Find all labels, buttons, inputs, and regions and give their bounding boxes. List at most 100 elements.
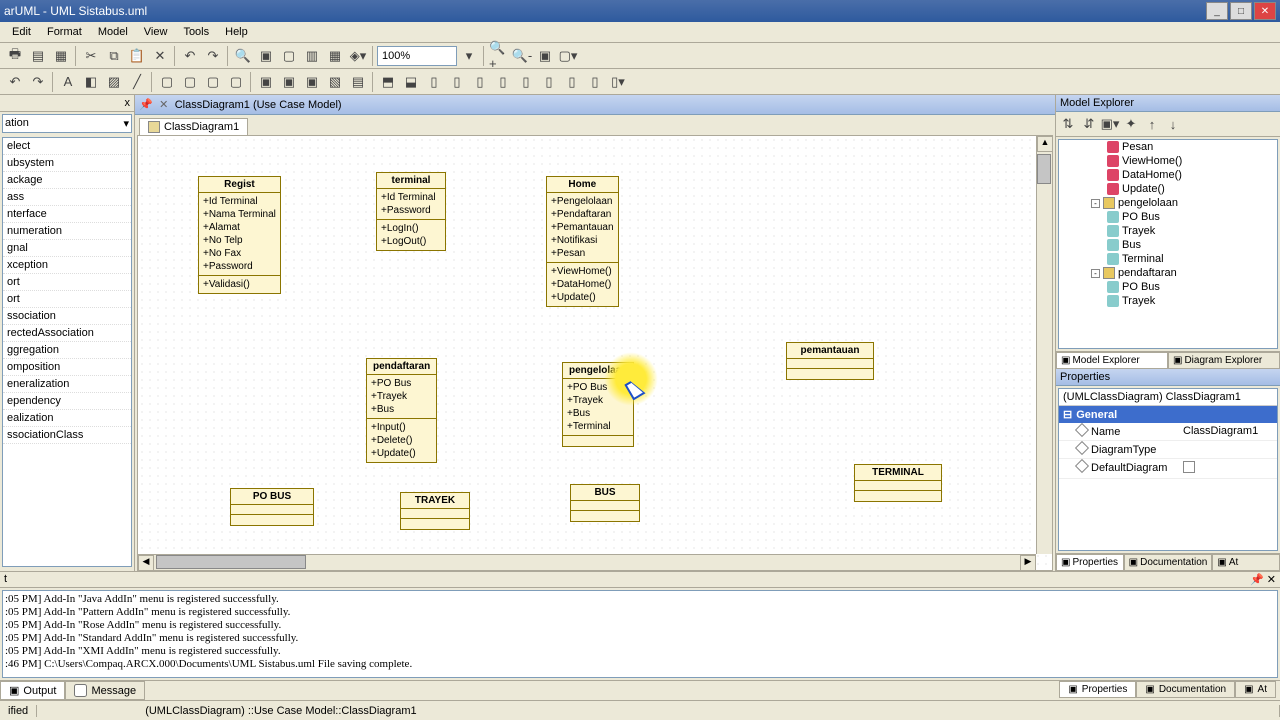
tb-f[interactable]: ▣ <box>278 71 300 93</box>
tab-documentation-bottom[interactable]: ▣ Documentation <box>1136 681 1235 698</box>
delete-icon[interactable]: ✕ <box>149 45 171 67</box>
tab-at[interactable]: ▣ At <box>1212 554 1280 571</box>
tb-x2[interactable]: ▢ <box>278 45 300 67</box>
doc-icon[interactable]: ▦ <box>50 45 72 67</box>
property-row[interactable]: DefaultDiagram <box>1059 459 1277 479</box>
tab-properties[interactable]: ▣ Properties <box>1056 554 1124 571</box>
exp-up-icon[interactable]: ↑ <box>1142 114 1162 134</box>
tb-h[interactable]: ▧ <box>324 71 346 93</box>
tb-j[interactable]: ⬒ <box>377 71 399 93</box>
tb-x6[interactable]: ▢▾ <box>557 45 579 67</box>
expand-icon[interactable]: - <box>1091 269 1100 278</box>
tb-x1[interactable]: ▣ <box>255 45 277 67</box>
property-row[interactable]: NameClassDiagram1 <box>1059 423 1277 441</box>
message-checkbox[interactable] <box>74 684 87 697</box>
zoom-in-icon[interactable]: 🔍+ <box>488 45 510 67</box>
output-close-icon[interactable]: 📌 ✕ <box>1250 573 1276 586</box>
tb-o[interactable]: ▯ <box>492 71 514 93</box>
print-icon[interactable]: 🖶 <box>4 45 26 67</box>
properties-group[interactable]: ⊟General <box>1059 406 1277 423</box>
toolbox-item[interactable]: rectedAssociation <box>3 325 131 342</box>
checkbox[interactable] <box>1183 461 1195 473</box>
model-tree[interactable]: PesanViewHome()DataHome()Update()-pengel… <box>1058 139 1278 349</box>
tb-k[interactable]: ⬓ <box>400 71 422 93</box>
tb-q[interactable]: ▯ <box>538 71 560 93</box>
toolbox-section[interactable]: ation▾ <box>2 114 132 133</box>
class-pemantauan[interactable]: pemantauan <box>786 342 874 380</box>
class-pengelolaan[interactable]: pengelolaan +PO Bus+Trayek+Bus+Terminal <box>562 362 634 447</box>
toolbox-item[interactable]: gnal <box>3 240 131 257</box>
tab-documentation[interactable]: ▣ Documentation <box>1124 554 1213 571</box>
menu-view[interactable]: View <box>136 24 176 40</box>
class-terminal2[interactable]: TERMINAL <box>854 464 942 502</box>
tree-item[interactable]: Update() <box>1059 182 1277 196</box>
scrollbar-vertical[interactable]: ▲ <box>1036 136 1052 554</box>
class-home[interactable]: Home +Pengelolaan+Pendaftaran+Pemantauan… <box>546 176 619 307</box>
toolbox-item[interactable]: ealization <box>3 410 131 427</box>
fit-icon[interactable]: ▣ <box>534 45 556 67</box>
tb-g[interactable]: ▣ <box>301 71 323 93</box>
tab-diagram-explorer[interactable]: ▣ Diagram Explorer <box>1168 352 1280 369</box>
toolbox-item[interactable]: ssociation <box>3 308 131 325</box>
menu-help[interactable]: Help <box>217 24 256 40</box>
exp-down-icon[interactable]: ↓ <box>1163 114 1183 134</box>
tb-t[interactable]: ▯▾ <box>607 71 629 93</box>
tree-item[interactable]: Trayek <box>1059 294 1277 308</box>
font-icon[interactable]: A <box>57 71 79 93</box>
inner-tab[interactable]: ClassDiagram1 <box>139 118 248 135</box>
menu-model[interactable]: Model <box>90 24 136 40</box>
fill-icon[interactable]: ▨ <box>103 71 125 93</box>
tree-item[interactable]: PO Bus <box>1059 280 1277 294</box>
menu-tools[interactable]: Tools <box>175 24 217 40</box>
scrollbar-horizontal[interactable]: ◀▶ <box>138 554 1036 570</box>
tb-c[interactable]: ▢ <box>202 71 224 93</box>
toolbox-item[interactable]: nterface <box>3 206 131 223</box>
tree-item[interactable]: Bus <box>1059 238 1277 252</box>
tb-x3[interactable]: ▥ <box>301 45 323 67</box>
toolbox-item[interactable]: ggregation <box>3 342 131 359</box>
exp-tb2-icon[interactable]: ⇵ <box>1079 114 1099 134</box>
tab-message[interactable]: Message <box>65 681 145 700</box>
copy-icon[interactable]: ⧉ <box>103 45 125 67</box>
tb-p[interactable]: ▯ <box>515 71 537 93</box>
tb-s[interactable]: ▯ <box>584 71 606 93</box>
pin-icon[interactable]: 📌 <box>139 98 153 111</box>
find-icon[interactable]: 🔍 <box>232 45 254 67</box>
tb-l[interactable]: ▯ <box>423 71 445 93</box>
tree-item[interactable]: -pendaftaran <box>1059 266 1277 280</box>
tree-item[interactable]: PO Bus <box>1059 210 1277 224</box>
tb-m[interactable]: ▯ <box>446 71 468 93</box>
tb-x4[interactable]: ▦ <box>324 45 346 67</box>
tab-output[interactable]: ▣ Output <box>0 681 65 700</box>
tb-i[interactable]: ▤ <box>347 71 369 93</box>
toolbox-item[interactable]: ssociationClass <box>3 427 131 444</box>
tab-at-bottom[interactable]: ▣ At <box>1235 681 1276 698</box>
toolbox-item[interactable]: numeration <box>3 223 131 240</box>
tb-b[interactable]: ▢ <box>179 71 201 93</box>
undo2-icon[interactable]: ↶ <box>4 71 26 93</box>
redo2-icon[interactable]: ↷ <box>27 71 49 93</box>
line-icon[interactable]: ╱ <box>126 71 148 93</box>
tab-properties-bottom[interactable]: ▣ Properties <box>1059 681 1136 698</box>
tree-item[interactable]: -pengelolaan <box>1059 196 1277 210</box>
diagram-canvas[interactable]: Regist +Id Terminal+Nama Terminal+Alamat… <box>137 135 1053 571</box>
exp-tb4-icon[interactable]: ✦ <box>1121 114 1141 134</box>
redo-icon[interactable]: ↷ <box>202 45 224 67</box>
tree-item[interactable]: Pesan <box>1059 140 1277 154</box>
class-terminal[interactable]: terminal +Id Terminal+Password+LogIn()+L… <box>376 172 446 251</box>
toolbox-item[interactable]: ubsystem <box>3 155 131 172</box>
zoom-combo[interactable] <box>377 46 457 66</box>
tree-item[interactable]: Trayek <box>1059 224 1277 238</box>
maximize-button[interactable]: □ <box>1230 2 1252 20</box>
toolbox-item[interactable]: ort <box>3 274 131 291</box>
class-trayek[interactable]: TRAYEK <box>400 492 470 530</box>
output-text[interactable]: :05 PM] Add-In "Java AddIn" menu is regi… <box>2 590 1278 678</box>
class-regist[interactable]: Regist +Id Terminal+Nama Terminal+Alamat… <box>198 176 281 294</box>
toolbox-item[interactable]: ependency <box>3 393 131 410</box>
close-tab-icon[interactable]: ✕ <box>157 98 171 112</box>
zoom-out-icon[interactable]: 🔍- <box>511 45 533 67</box>
tree-item[interactable]: Terminal <box>1059 252 1277 266</box>
tb-e[interactable]: ▣ <box>255 71 277 93</box>
class-pendaftaran[interactable]: pendaftaran +PO Bus+Trayek+Bus+Input()+D… <box>366 358 437 463</box>
tree-item[interactable]: ViewHome() <box>1059 154 1277 168</box>
